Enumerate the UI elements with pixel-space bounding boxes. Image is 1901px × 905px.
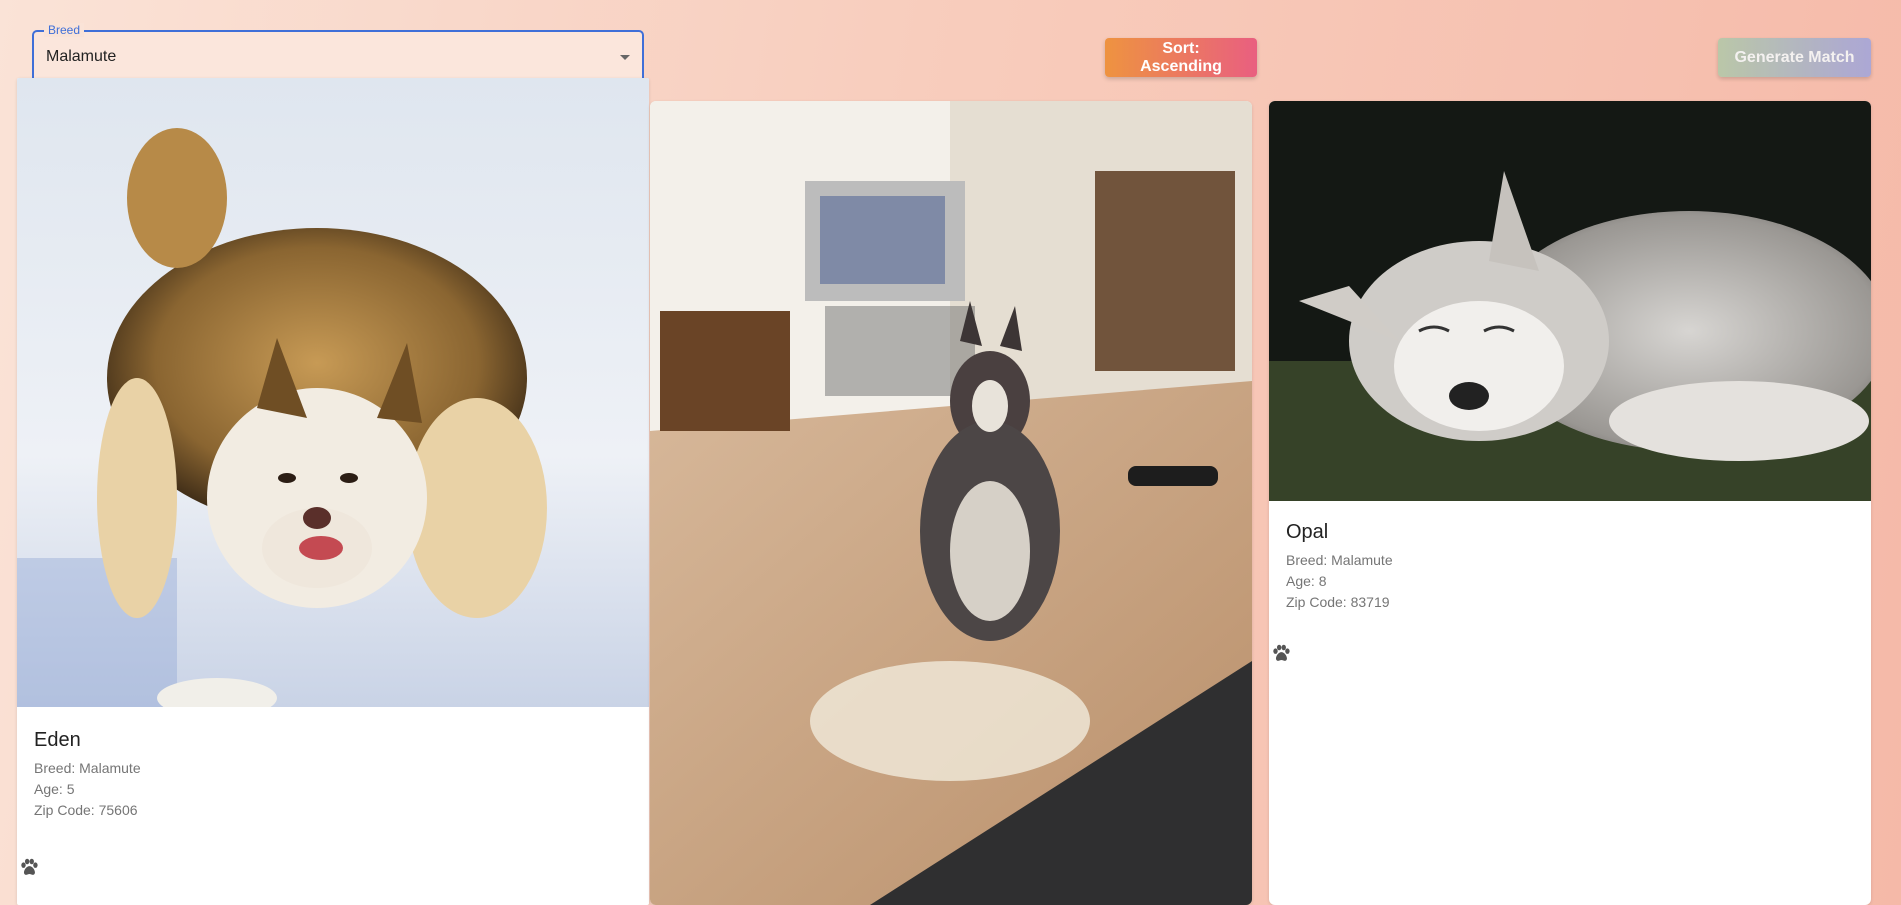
dog-info: Eden Breed: Malamute Age: 5 Zip Code: 75… — [34, 729, 141, 821]
dog-card — [650, 101, 1252, 905]
dog-age: Age: 8 — [1286, 573, 1327, 589]
dog-info: Opal Breed: Malamute Age: 8 Zip Code: 83… — [1286, 521, 1393, 613]
chevron-down-icon — [620, 55, 630, 60]
dog-photo — [650, 101, 1252, 905]
dog-breed: Breed: Malamute — [1286, 552, 1393, 568]
breed-label: Breed — [44, 23, 85, 37]
dog-photo — [17, 78, 649, 707]
dog-zip: Zip Code: 83719 — [1286, 594, 1390, 610]
dog-name: Eden — [34, 729, 81, 751]
dog-photo — [1269, 101, 1871, 501]
sort-button[interactable]: Sort: Ascending — [1105, 38, 1257, 77]
dog-zip: Zip Code: 75606 — [34, 802, 138, 818]
dog-age: Age: 5 — [34, 781, 75, 797]
paw-icon[interactable] — [18, 856, 40, 878]
dog-breed: Breed: Malamute — [34, 760, 141, 776]
paw-icon[interactable] — [1270, 642, 1292, 664]
dog-card: Opal Breed: Malamute Age: 8 Zip Code: 83… — [1269, 101, 1871, 905]
generate-match-button[interactable]: Generate Match — [1718, 38, 1871, 77]
dog-name: Opal — [1286, 521, 1329, 543]
breed-value: Malamute — [46, 48, 117, 65]
dog-card: Eden Breed: Malamute Age: 5 Zip Code: 75… — [17, 78, 649, 905]
